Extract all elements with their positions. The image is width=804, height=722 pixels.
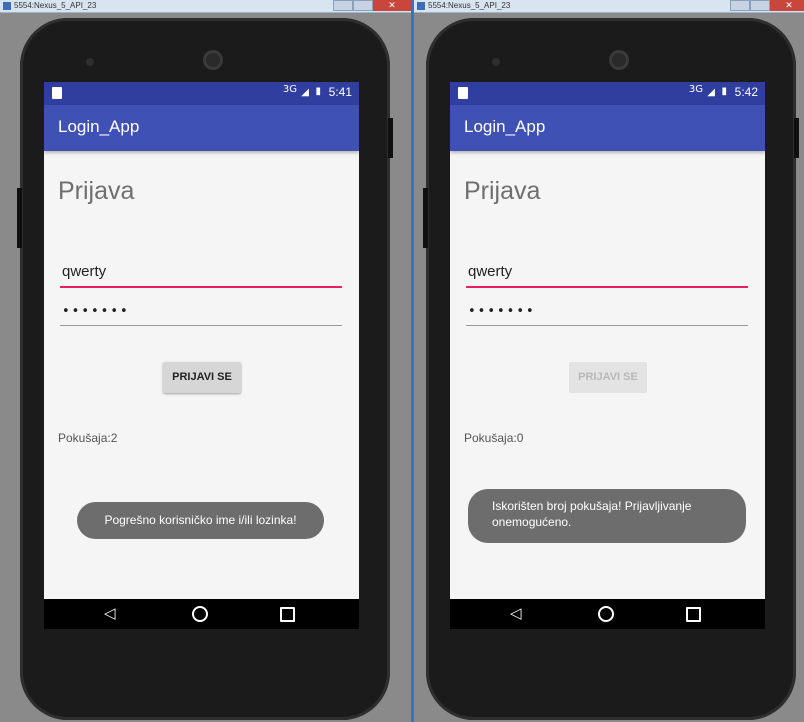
window-controls: ✕ bbox=[730, 0, 804, 11]
navigation-bar: ◁ bbox=[44, 599, 359, 629]
signal-strength-icon: ◢ bbox=[301, 87, 309, 98]
back-icon[interactable]: ◁ bbox=[510, 606, 522, 621]
attempts-counter: Pokušaja:2 bbox=[58, 431, 118, 445]
login-button[interactable]: PRIJAVI SE bbox=[569, 362, 647, 393]
volume-button[interactable] bbox=[423, 188, 428, 248]
toast-message: Iskorišten broj pokušaja! Prijavljivanje… bbox=[468, 489, 746, 543]
camera-icon bbox=[609, 50, 629, 70]
device-screen: 3G ◢ ▮ 5:41 Login_App Prijava qwerty •••… bbox=[44, 82, 359, 629]
back-icon[interactable]: ◁ bbox=[104, 606, 116, 621]
window-title: 5554:Nexus_5_API_23 bbox=[14, 1, 97, 10]
power-button[interactable] bbox=[794, 118, 799, 158]
close-button[interactable]: ✕ bbox=[373, 0, 411, 11]
window-titlebar[interactable]: 5554:Nexus_5_API_23 ✕ bbox=[414, 0, 804, 13]
password-field-underline bbox=[466, 325, 748, 326]
emulator-app-icon bbox=[417, 2, 425, 10]
status-time: 5:42 bbox=[734, 85, 758, 99]
app-bar: Login_App bbox=[450, 105, 765, 151]
signal-strength-icon: ◢ bbox=[707, 87, 715, 98]
emulator-app-icon bbox=[3, 2, 11, 10]
app-title: Login_App bbox=[464, 117, 546, 136]
username-field-underline bbox=[466, 286, 748, 288]
sim-card-icon bbox=[52, 87, 62, 99]
close-button[interactable]: ✕ bbox=[770, 0, 804, 11]
status-bar: 3G ◢ ▮ 5:41 bbox=[44, 82, 359, 105]
phone-frame: 3G ◢ ▮ 5:42 Login_App Prijava qwerty •••… bbox=[423, 18, 799, 720]
device-screen: 3G ◢ ▮ 5:42 Login_App Prijava qwerty •••… bbox=[450, 82, 765, 629]
phone-frame: 3G ◢ ▮ 5:41 Login_App Prijava qwerty •••… bbox=[17, 18, 393, 720]
battery-icon: ▮ bbox=[315, 86, 321, 97]
status-bar: 3G ◢ ▮ 5:42 bbox=[450, 82, 765, 105]
app-bar: Login_App bbox=[44, 105, 359, 151]
power-button[interactable] bbox=[388, 118, 393, 158]
battery-icon: ▮ bbox=[721, 86, 727, 97]
page-title: Prijava bbox=[58, 177, 135, 205]
username-field[interactable]: qwerty bbox=[468, 263, 512, 280]
window-titlebar[interactable]: 5554:Nexus_5_API_23 ✕ bbox=[0, 0, 411, 13]
username-field[interactable]: qwerty bbox=[62, 263, 106, 280]
signal-3g-icon: 3G bbox=[688, 84, 703, 95]
password-field[interactable]: ••••••• bbox=[62, 304, 130, 319]
login-button[interactable]: PRIJAVI SE bbox=[163, 362, 241, 393]
window-title: 5554:Nexus_5_API_23 bbox=[428, 1, 511, 10]
recent-apps-icon[interactable] bbox=[686, 607, 701, 622]
maximize-button[interactable] bbox=[750, 0, 770, 11]
app-title: Login_App bbox=[58, 117, 140, 136]
window-controls: ✕ bbox=[333, 0, 411, 11]
minimize-button[interactable] bbox=[730, 0, 750, 11]
maximize-button[interactable] bbox=[353, 0, 373, 11]
toast-message: Pogrešno korisničko ime i/ili lozinka! bbox=[77, 502, 324, 539]
signal-3g-icon: 3G bbox=[282, 84, 297, 95]
status-time: 5:41 bbox=[328, 85, 352, 99]
volume-button[interactable] bbox=[17, 188, 22, 248]
minimize-button[interactable] bbox=[333, 0, 353, 11]
recent-apps-icon[interactable] bbox=[280, 607, 295, 622]
proximity-sensor-icon bbox=[86, 58, 94, 66]
username-field-underline bbox=[60, 286, 342, 288]
sim-card-icon bbox=[458, 87, 468, 99]
home-icon[interactable] bbox=[192, 606, 208, 622]
emulator-window-left: 5554:Nexus_5_API_23 ✕ 3G ◢ ▮ 5:41 Login_… bbox=[0, 0, 411, 722]
page-title: Prijava bbox=[464, 177, 541, 205]
attempts-counter: Pokušaja:0 bbox=[464, 431, 524, 445]
proximity-sensor-icon bbox=[492, 58, 500, 66]
home-icon[interactable] bbox=[598, 606, 614, 622]
camera-icon bbox=[203, 50, 223, 70]
password-field-underline bbox=[60, 325, 342, 326]
password-field[interactable]: ••••••• bbox=[468, 304, 536, 319]
emulator-window-right: 5554:Nexus_5_API_23 ✕ 3G ◢ ▮ 5:42 Login_… bbox=[414, 0, 804, 722]
navigation-bar: ◁ bbox=[450, 599, 765, 629]
